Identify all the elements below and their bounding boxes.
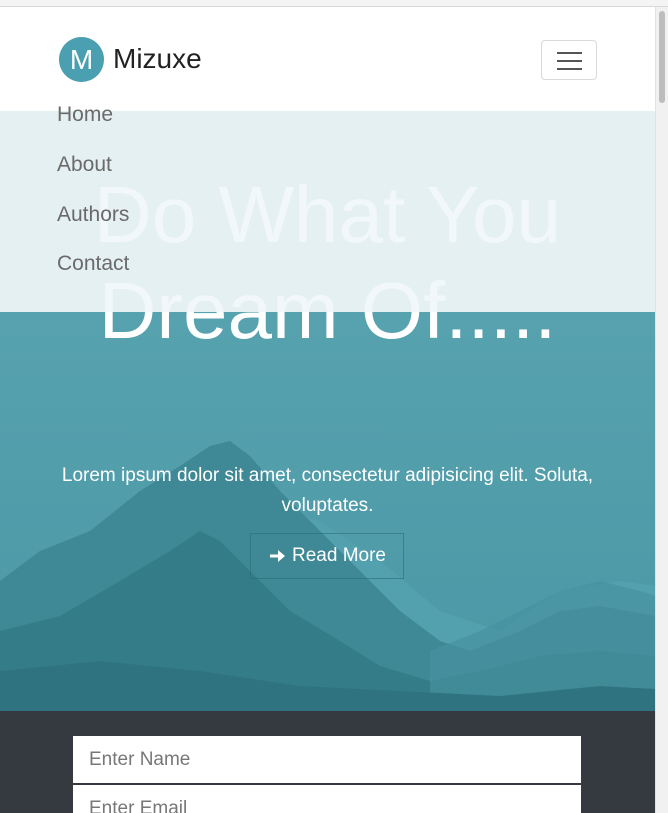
hero-subtitle: Lorem ipsum dolor sit amet, consectetur … <box>61 465 594 516</box>
brand-logo[interactable]: M <box>59 37 104 82</box>
hamburger-icon-bar <box>557 68 582 70</box>
nav-item-authors[interactable]: Authors <box>57 203 129 227</box>
page-viewport: Do What You Dream Of..... Lorem ipsum do… <box>0 7 655 813</box>
logo-letter: M <box>69 43 94 75</box>
nav-item-contact[interactable]: Contact <box>57 252 129 276</box>
nav-menu: Home About Authors Contact <box>0 103 655 312</box>
hamburger-icon-bar <box>557 52 582 54</box>
arrow-right-icon <box>270 550 285 562</box>
hamburger-icon-bar <box>557 60 582 62</box>
read-more-label: Read More <box>292 545 386 566</box>
top-navbar: M Mizuxe <box>0 7 655 111</box>
read-more-button[interactable]: Read More <box>250 533 404 579</box>
email-input[interactable] <box>73 785 581 813</box>
scrollbar-thumb[interactable] <box>659 11 665 103</box>
page-scrollbar[interactable] <box>655 7 668 813</box>
name-input[interactable] <box>73 736 581 783</box>
nav-item-home[interactable]: Home <box>57 103 113 127</box>
brand-name[interactable]: Mizuxe <box>113 43 202 75</box>
signup-form-section <box>0 711 655 813</box>
nav-item-about[interactable]: About <box>57 153 112 177</box>
browser-top-edge <box>0 0 668 7</box>
menu-toggle-button[interactable] <box>541 40 597 80</box>
